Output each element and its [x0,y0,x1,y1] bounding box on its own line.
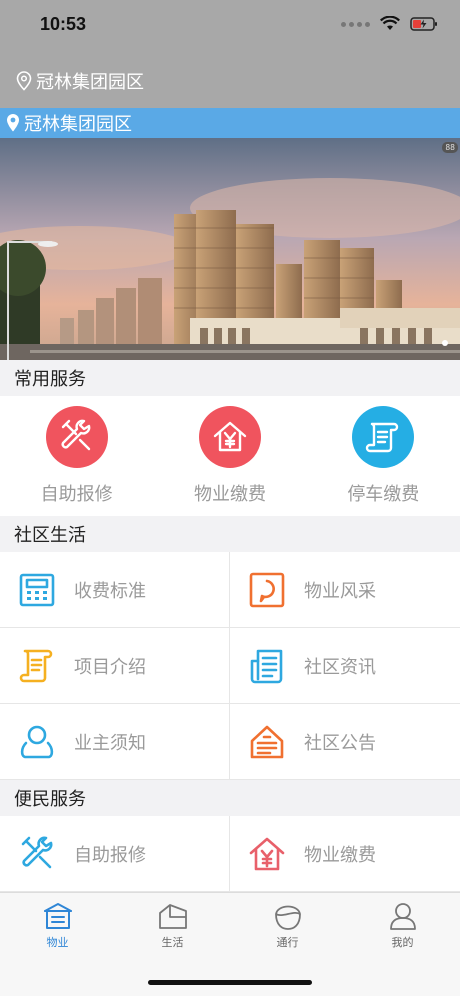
grid-item-owner-notice[interactable]: 业主须知 [0,704,230,780]
notice-icon [246,721,288,763]
status-icons [341,16,438,32]
nav-location-text: 冠林集团园区 [36,72,144,93]
signal-dots-icon [341,21,370,27]
nav-bar: 冠林集团园区 [0,52,460,108]
service-label: 自助报修 [40,484,113,505]
carousel-indicator [442,340,448,346]
convenience-grid: 自助报修 物业缴费 [0,816,460,892]
battery-icon [410,17,437,31]
service-parking-fee[interactable]: 停车缴费 [307,396,460,516]
section-title-common-services: 常用服务 [0,360,460,396]
house-yen-icon [198,406,261,468]
passage-icon [274,905,301,930]
grid-item-project-intro[interactable]: 项目介绍 [0,628,230,704]
service-label: 物业缴费 [193,484,266,505]
location-bar[interactable]: 冠林集团园区 [0,108,460,138]
wifi-icon [380,16,400,30]
section-title-convenience: 便民服务 [0,780,460,816]
banner-carousel[interactable]: 88 [0,138,460,360]
house-yen-icon [246,833,288,875]
profile-icon [389,903,416,930]
service-self-repair[interactable]: 自助报修 [0,396,153,516]
tab-label: 我的 [391,936,414,949]
tab-label: 通行 [276,936,299,949]
nav-location[interactable]: 冠林集团园区 [16,68,144,94]
grid-item-label: 项目介绍 [74,656,146,678]
grid-item-community-news[interactable]: 社区资讯 [230,628,460,704]
grid-item-self-repair[interactable]: 自助报修 [0,816,230,892]
status-time: 10:53 [40,14,87,34]
scroll-icon [352,406,415,468]
grid-item-property-fee[interactable]: 物业缴费 [230,816,460,892]
grid-item-label: 社区公告 [304,732,376,754]
wrench-icon [16,833,58,875]
location-pin-icon [16,71,32,91]
location-pin-icon [7,114,19,132]
service-label: 停车缴费 [347,484,420,505]
service-property-fee[interactable]: 物业缴费 [153,396,306,516]
tab-property[interactable]: 物业 [0,893,115,996]
location-bar-text: 冠林集团园区 [24,114,132,135]
chat-frame-icon [246,569,288,611]
tab-mine[interactable]: 我的 [345,893,460,996]
grid-item-fee-standard[interactable]: 收费标准 [0,552,230,628]
grid-item-label: 收费标准 [74,580,146,602]
calculator-icon [16,569,58,611]
life-house-icon [158,904,187,929]
grid-item-label: 物业缴费 [304,844,376,866]
grid-item-property-style[interactable]: 物业风采 [230,552,460,628]
property-icon [43,903,72,929]
tab-label: 物业 [46,936,69,949]
section-title-community-life: 社区生活 [0,516,460,552]
wrench-icon [45,406,108,468]
grid-item-community-announcement[interactable]: 社区公告 [230,704,460,780]
scroll-icon [16,645,58,687]
status-bar: 10:53 [0,0,460,52]
grid-item-label: 社区资讯 [304,656,376,678]
person-icon [16,721,58,763]
tab-label: 生活 [161,936,184,949]
grid-item-label: 自助报修 [74,844,146,866]
banner-image [0,138,460,360]
banner-badge: 88 [442,142,458,153]
common-services: 自助报修 物业缴费 停车缴费 [0,396,460,516]
home-indicator [148,980,312,985]
community-life-grid: 收费标准 物业风采 项目介绍 社区资讯 业主须知 社区公告 [0,552,460,780]
grid-item-label: 业主须知 [74,732,146,754]
document-list-icon [246,645,288,687]
grid-item-label: 物业风采 [304,580,376,602]
